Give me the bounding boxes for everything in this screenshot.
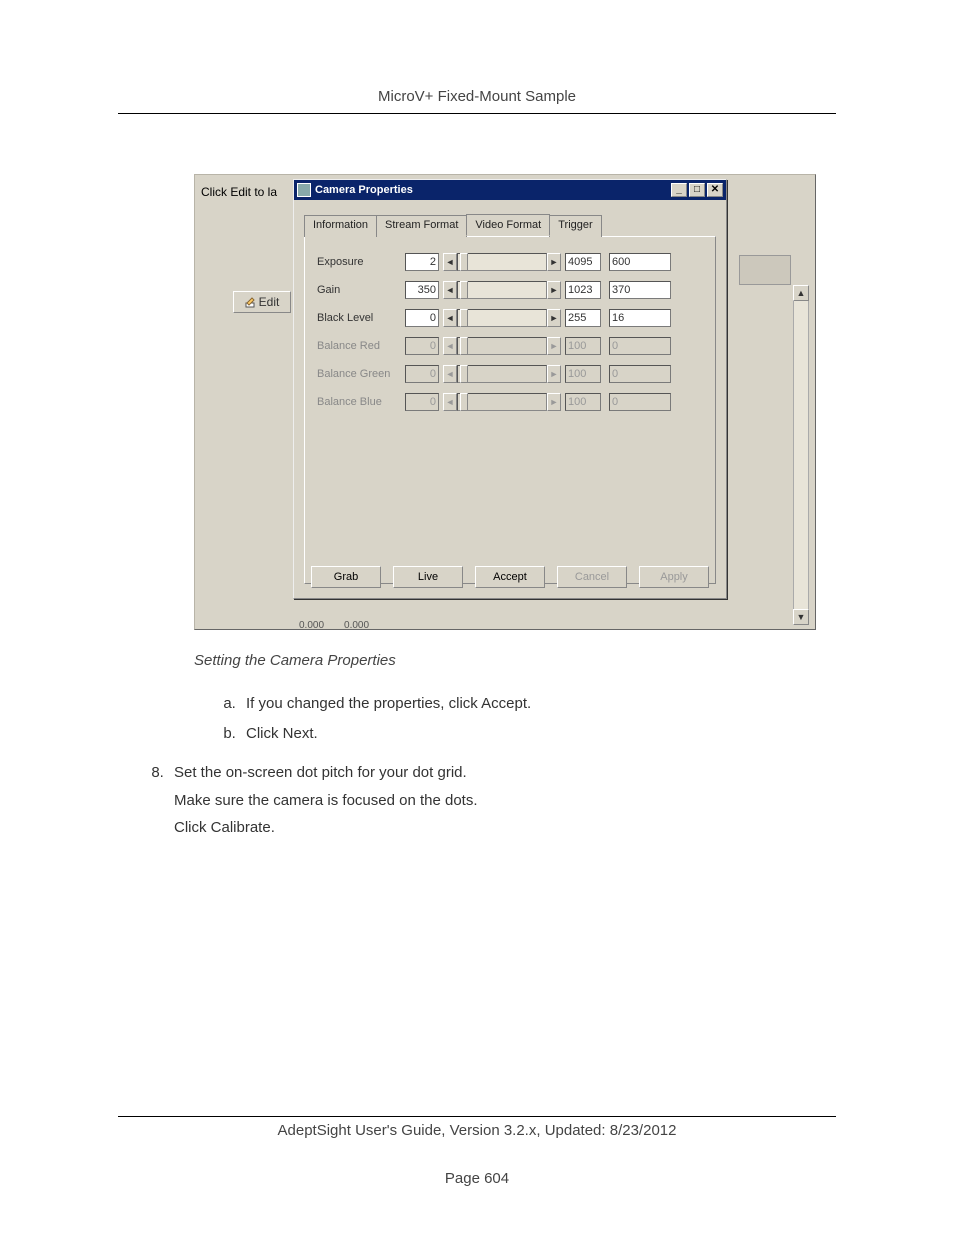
preview-area	[739, 255, 791, 285]
value-black-level[interactable]: 16	[609, 309, 671, 327]
figure-caption: Setting the Camera Properties	[194, 652, 836, 669]
bg-truncated-text: Click Edit to la	[201, 185, 277, 199]
row-balance-green: Balance Green 0 ◄ ► 100 0	[317, 365, 703, 383]
tab-strip: Information Stream Format Video Format T…	[304, 214, 716, 236]
slider-gain[interactable]: ◄ ►	[443, 281, 561, 299]
slider-right-icon[interactable]: ►	[547, 281, 561, 299]
slider-balance-green: ◄ ►	[443, 365, 561, 383]
value-gain[interactable]: 370	[609, 281, 671, 299]
footer-page-number: Page 604	[118, 1170, 836, 1187]
slider-right-icon[interactable]: ►	[547, 253, 561, 271]
edit-button-label: Edit	[259, 295, 280, 309]
maximize-button[interactable]: □	[689, 183, 705, 197]
tab-information[interactable]: Information	[304, 215, 377, 237]
page-header-title: MicroV+ Fixed-Mount Sample	[118, 88, 836, 113]
edit-button[interactable]: Edit	[233, 291, 291, 313]
row-balance-blue: Balance Blue 0 ◄ ► 100 0	[317, 393, 703, 411]
min-balance-red: 0	[405, 337, 439, 355]
label-black-level: Black Level	[317, 312, 405, 324]
value-exposure[interactable]: 600	[609, 253, 671, 271]
slider-thumb[interactable]	[460, 281, 468, 299]
scroll-up-icon[interactable]: ▲	[793, 285, 809, 301]
min-balance-green: 0	[405, 365, 439, 383]
edit-icon	[245, 296, 257, 308]
tab-panel-video-format: Exposure 2 ◄ ► 4095 600 Gain 350 ◄	[304, 236, 716, 584]
row-gain: Gain 350 ◄ ► 1023 370	[317, 281, 703, 299]
slider-left-icon: ◄	[443, 365, 457, 383]
tab-video-format[interactable]: Video Format	[466, 214, 550, 236]
minimize-button[interactable]: _	[671, 183, 687, 197]
row-exposure: Exposure 2 ◄ ► 4095 600	[317, 253, 703, 271]
slider-left-icon[interactable]: ◄	[443, 253, 457, 271]
step-8-line3: Click Calibrate.	[174, 815, 836, 841]
slider-balance-red: ◄ ►	[443, 337, 561, 355]
max-black-level: 255	[565, 309, 601, 327]
slider-right-icon: ►	[547, 365, 561, 383]
slider-left-icon[interactable]: ◄	[443, 309, 457, 327]
header-rule	[118, 113, 836, 114]
scroll-down-icon[interactable]: ▼	[793, 609, 809, 625]
label-balance-red: Balance Red	[317, 340, 405, 352]
accept-button[interactable]: Accept	[475, 566, 545, 588]
cancel-button: Cancel	[557, 566, 627, 588]
min-exposure: 2	[405, 253, 439, 271]
step-b: Click Next.	[240, 721, 836, 747]
status-value-1: 0.000	[299, 620, 324, 631]
instruction-steps: If you changed the properties, click Acc…	[194, 691, 836, 841]
value-balance-green: 0	[609, 365, 671, 383]
min-gain: 350	[405, 281, 439, 299]
slider-thumb	[460, 337, 468, 355]
min-balance-blue: 0	[405, 393, 439, 411]
max-balance-blue: 100	[565, 393, 601, 411]
label-gain: Gain	[317, 284, 405, 296]
step-8-line2: Make sure the camera is focused on the d…	[174, 788, 836, 814]
max-gain: 1023	[565, 281, 601, 299]
slider-left-icon: ◄	[443, 393, 457, 411]
dialog-icon	[297, 183, 311, 197]
slider-thumb	[460, 393, 468, 411]
apply-button: Apply	[639, 566, 709, 588]
slider-thumb[interactable]	[460, 253, 468, 271]
slider-black-level[interactable]: ◄ ►	[443, 309, 561, 327]
slider-exposure[interactable]: ◄ ►	[443, 253, 561, 271]
slider-right-icon: ►	[547, 393, 561, 411]
footer-rule	[118, 1116, 836, 1117]
footer-guide-info: AdeptSight User's Guide, Version 3.2.x, …	[118, 1122, 836, 1139]
label-exposure: Exposure	[317, 256, 405, 268]
grab-button[interactable]: Grab	[311, 566, 381, 588]
slider-thumb[interactable]	[460, 309, 468, 327]
dialog-button-row: Grab Live Accept Cancel Apply	[294, 566, 726, 588]
camera-properties-dialog: Camera Properties _ □ ✕ Information Stre…	[293, 179, 727, 599]
tab-trigger[interactable]: Trigger	[549, 215, 601, 237]
row-black-level: Black Level 0 ◄ ► 255 16	[317, 309, 703, 327]
label-balance-blue: Balance Blue	[317, 396, 405, 408]
slider-left-icon[interactable]: ◄	[443, 281, 457, 299]
step-a: If you changed the properties, click Acc…	[240, 691, 836, 717]
label-balance-green: Balance Green	[317, 368, 405, 380]
close-button[interactable]: ✕	[707, 183, 723, 197]
value-balance-red: 0	[609, 337, 671, 355]
tab-stream-format[interactable]: Stream Format	[376, 215, 467, 237]
slider-left-icon: ◄	[443, 337, 457, 355]
slider-right-icon: ►	[547, 337, 561, 355]
slider-thumb	[460, 365, 468, 383]
slider-right-icon[interactable]: ►	[547, 309, 561, 327]
max-balance-red: 100	[565, 337, 601, 355]
min-black-level: 0	[405, 309, 439, 327]
step-8-line1: Set the on-screen dot pitch for your dot…	[174, 764, 467, 781]
value-balance-blue: 0	[609, 393, 671, 411]
step-8: Set the on-screen dot pitch for your dot…	[168, 760, 836, 841]
dialog-titlebar[interactable]: Camera Properties _ □ ✕	[294, 180, 726, 200]
vertical-scrollbar[interactable]: ▲ ▼	[793, 285, 809, 625]
max-balance-green: 100	[565, 365, 601, 383]
status-value-2: 0.000	[344, 620, 369, 631]
status-values: 0.000 0.000	[299, 620, 369, 631]
max-exposure: 4095	[565, 253, 601, 271]
screenshot-panel: Click Edit to la Edit Camera Properties …	[194, 174, 816, 630]
live-button[interactable]: Live	[393, 566, 463, 588]
slider-balance-blue: ◄ ►	[443, 393, 561, 411]
dialog-title: Camera Properties	[315, 184, 669, 196]
row-balance-red: Balance Red 0 ◄ ► 100 0	[317, 337, 703, 355]
